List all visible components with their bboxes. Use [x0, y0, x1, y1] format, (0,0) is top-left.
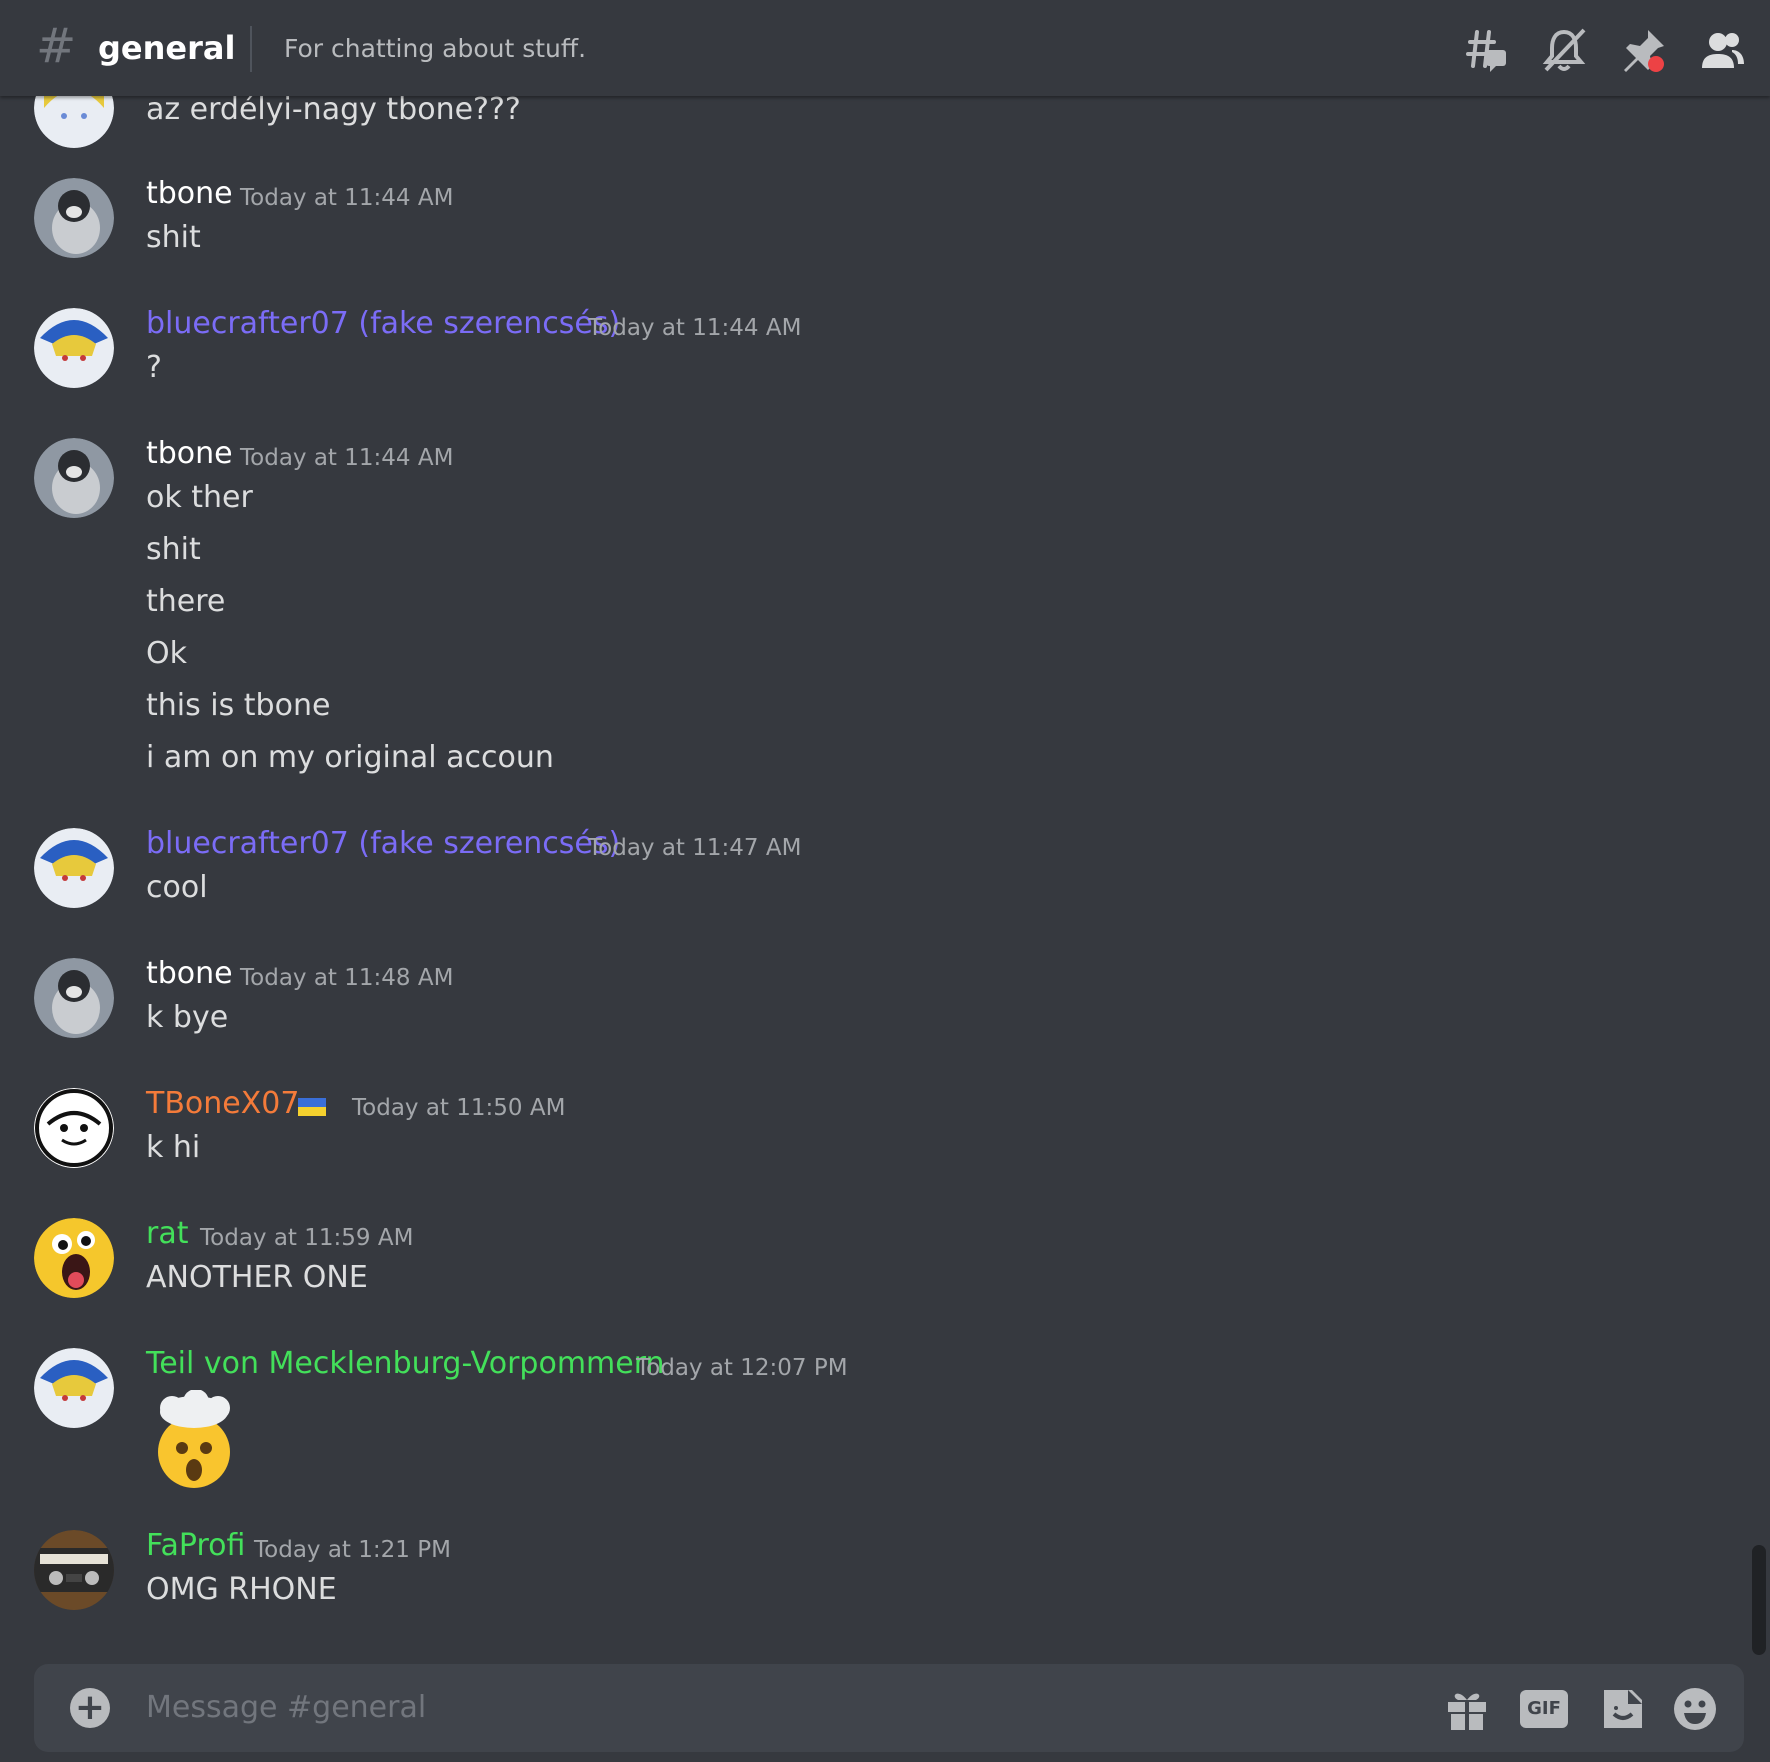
gif-icon[interactable]: GIF [1520, 1686, 1570, 1732]
header-divider [250, 26, 252, 72]
message-text: Ok [146, 636, 187, 671]
timestamp: Today at 11:47 AM [588, 835, 802, 861]
channel-hash-icon: # [36, 18, 77, 74]
timestamp: Today at 1:21 PM [254, 1537, 451, 1563]
mute-bell-icon[interactable] [1540, 26, 1588, 74]
exploding-head-emoji [146, 1389, 242, 1490]
author-name[interactable]: TBoneX07 [146, 1084, 299, 1124]
avatar[interactable] [34, 828, 114, 908]
message-composer[interactable]: + Message #general GIF [34, 1664, 1744, 1752]
message-text: k hi [146, 1130, 201, 1165]
timestamp: Today at 11:44 AM [240, 185, 454, 211]
author-name[interactable]: Teil von Mecklenburg-Vorpommern [146, 1344, 665, 1384]
timestamp: Today at 11:50 AM [352, 1095, 566, 1121]
avatar[interactable] [34, 308, 114, 388]
message-text: ? [146, 350, 162, 385]
pin-icon[interactable] [1620, 26, 1668, 74]
message-text: k bye [146, 1000, 229, 1035]
author-name[interactable]: tbone [146, 954, 233, 994]
avatar[interactable] [34, 958, 114, 1038]
avatar[interactable] [34, 1530, 114, 1610]
message-text: cool [146, 870, 208, 905]
message-text: ok ther [146, 480, 253, 515]
channel-name: general [98, 29, 236, 67]
author-name[interactable]: tbone [146, 174, 233, 214]
member-list-icon[interactable] [1698, 26, 1746, 74]
channel-topic[interactable]: For chatting about stuff. [284, 31, 586, 67]
avatar[interactable] [34, 438, 114, 518]
author-name[interactable]: tbone [146, 434, 233, 474]
timestamp: Today at 11:59 AM [200, 1225, 414, 1251]
timestamp: Today at 11:44 AM [240, 445, 454, 471]
message-text: i am on my original accoun [146, 740, 554, 775]
avatar[interactable] [34, 178, 114, 258]
channel-header: # general For chatting about stuff. [0, 0, 1770, 96]
message-text: OMG RHONE [146, 1572, 337, 1607]
scrollbar-thumb[interactable] [1752, 1545, 1766, 1655]
emoji-icon[interactable] [1672, 1686, 1718, 1732]
message-text: shit [146, 220, 201, 255]
message-text: shit [146, 532, 201, 567]
message-input[interactable]: Message #general [146, 1688, 426, 1728]
message-text: there [146, 584, 226, 619]
message-text: this is tbone [146, 688, 331, 723]
message-text: az erdélyi-nagy tbone??? [146, 92, 521, 127]
message-list[interactable]: az erdélyi-nagy tbone??? tbone Today at … [0, 0, 1770, 1640]
timestamp: Today at 12:07 PM [636, 1355, 848, 1381]
avatar[interactable] [34, 1348, 114, 1428]
gift-icon[interactable] [1444, 1686, 1490, 1732]
ukraine-flag-icon [298, 1098, 326, 1116]
gif-label: GIF [1520, 1690, 1568, 1728]
message-text: ANOTHER ONE [146, 1260, 368, 1295]
sticker-icon[interactable] [1600, 1686, 1646, 1732]
avatar[interactable] [34, 1088, 114, 1168]
threads-icon[interactable] [1460, 26, 1508, 74]
timestamp: Today at 11:48 AM [240, 965, 454, 991]
author-name[interactable]: bluecrafter07 (fake szerencsés) [146, 304, 620, 344]
author-name[interactable]: rat [146, 1214, 188, 1254]
avatar[interactable] [34, 1218, 114, 1298]
add-attachment-icon[interactable]: + [70, 1688, 110, 1728]
author-name[interactable]: FaProfi [146, 1526, 245, 1566]
timestamp: Today at 11:44 AM [588, 315, 802, 341]
author-name[interactable]: bluecrafter07 (fake szerencsés) [146, 824, 620, 864]
